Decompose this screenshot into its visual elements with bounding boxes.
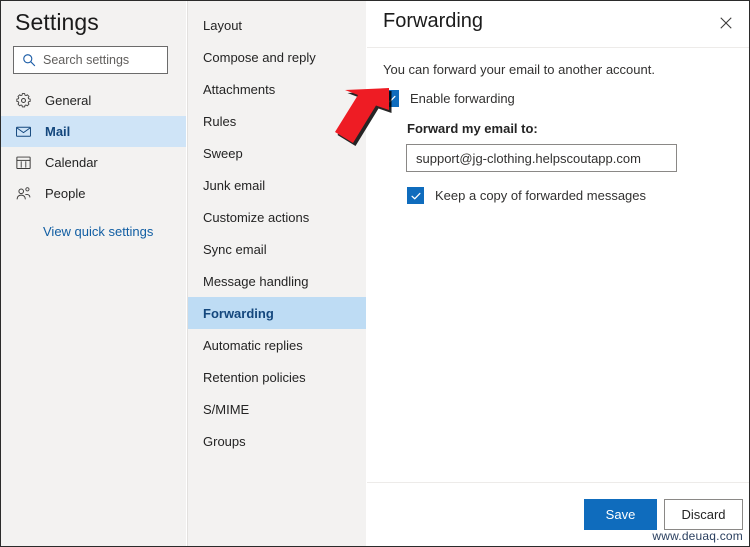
enable-forwarding-label: Enable forwarding bbox=[410, 91, 515, 106]
mid-item-forwarding[interactable]: Forwarding bbox=[188, 297, 366, 329]
enable-forwarding-checkbox[interactable] bbox=[382, 90, 399, 107]
search-icon bbox=[23, 54, 36, 67]
keep-copy-label: Keep a copy of forwarded messages bbox=[435, 188, 647, 203]
mid-item-junk-email[interactable]: Junk email bbox=[188, 169, 366, 201]
mid-item-label: Sync email bbox=[203, 241, 267, 257]
page-title: Settings bbox=[15, 9, 99, 35]
mid-item-smime[interactable]: S/MIME bbox=[188, 393, 366, 425]
mid-item-label: Groups bbox=[203, 433, 246, 449]
mid-item-label: S/MIME bbox=[203, 401, 250, 417]
mid-item-groups[interactable]: Groups bbox=[188, 425, 366, 457]
close-icon bbox=[720, 17, 732, 29]
mid-item-label: Compose and reply bbox=[203, 49, 316, 65]
sidebar-item-general[interactable]: General bbox=[1, 85, 186, 116]
checkmark-icon bbox=[410, 192, 421, 199]
mid-item-compose-and-reply[interactable]: Compose and reply bbox=[188, 41, 366, 73]
sidebar-item-calendar[interactable]: Calendar bbox=[1, 147, 186, 178]
view-quick-settings-link[interactable]: View quick settings bbox=[43, 224, 153, 239]
discard-button[interactable]: Discard bbox=[664, 499, 743, 530]
search-placeholder-text: Search settings bbox=[43, 53, 130, 67]
mid-item-label: Attachments bbox=[203, 81, 276, 97]
detail-title: Forwarding bbox=[383, 10, 484, 32]
mid-item-rules[interactable]: Rules bbox=[188, 105, 366, 137]
detail-body: You can forward your email to another ac… bbox=[367, 48, 749, 482]
mid-item-sync-email[interactable]: Sync email bbox=[188, 233, 366, 265]
mid-item-label: Sweep bbox=[203, 145, 243, 161]
save-button[interactable]: Save bbox=[584, 499, 657, 530]
envelope-icon bbox=[16, 126, 31, 137]
mid-item-label: Message handling bbox=[203, 273, 309, 289]
mid-item-retention-policies[interactable]: Retention policies bbox=[188, 361, 366, 393]
mid-item-layout[interactable]: Layout bbox=[188, 9, 366, 41]
keep-copy-row[interactable]: Keep a copy of forwarded messages bbox=[407, 187, 646, 204]
mid-item-customize-actions[interactable]: Customize actions bbox=[188, 201, 366, 233]
forward-to-input[interactable]: support@jg-clothing.helpscoutapp.com bbox=[406, 144, 677, 172]
mid-item-attachments[interactable]: Attachments bbox=[188, 73, 366, 105]
sidebar-item-people[interactable]: People bbox=[1, 178, 186, 209]
mid-item-message-handling[interactable]: Message handling bbox=[188, 265, 366, 297]
detail-header: Forwarding bbox=[367, 1, 749, 48]
sidebar-item-label: Mail bbox=[45, 124, 71, 139]
mid-item-sweep[interactable]: Sweep bbox=[188, 137, 366, 169]
forwarding-detail-panel: Forwarding You can forward your email to… bbox=[367, 1, 749, 546]
sidebar-item-mail[interactable]: Mail bbox=[1, 116, 186, 147]
mid-item-label: Forwarding bbox=[203, 305, 274, 321]
mid-item-label: Automatic replies bbox=[203, 337, 303, 353]
people-icon bbox=[16, 187, 31, 200]
mid-item-label: Customize actions bbox=[203, 209, 310, 225]
mail-settings-column: Layout Compose and reply Attachments Rul… bbox=[187, 1, 366, 546]
sidebar-item-label: General bbox=[45, 93, 92, 108]
mid-item-automatic-replies[interactable]: Automatic replies bbox=[188, 329, 366, 361]
mid-item-label: Layout bbox=[203, 17, 243, 33]
settings-dialog: Settings Search settings General Mail Ca… bbox=[0, 0, 750, 547]
forward-to-label: Forward my email to: bbox=[407, 121, 538, 136]
detail-footer: Save Discard bbox=[367, 482, 749, 546]
sidebar-item-label: People bbox=[45, 186, 86, 201]
close-button[interactable] bbox=[709, 6, 743, 40]
mail-settings-list: Layout Compose and reply Attachments Rul… bbox=[188, 9, 366, 457]
intro-text: You can forward your email to another ac… bbox=[383, 62, 655, 77]
sidebar-nav: General Mail Calendar People bbox=[1, 85, 186, 209]
gear-icon bbox=[16, 93, 31, 108]
sidebar-item-label: Calendar bbox=[45, 155, 98, 170]
keep-copy-checkbox[interactable] bbox=[407, 187, 424, 204]
mid-item-label: Retention policies bbox=[203, 369, 306, 385]
search-input[interactable]: Search settings bbox=[13, 46, 168, 74]
calendar-icon bbox=[16, 156, 31, 169]
mid-item-label: Junk email bbox=[203, 177, 266, 193]
settings-sidebar: Settings Search settings General Mail Ca… bbox=[1, 1, 186, 546]
mid-item-label: Rules bbox=[203, 113, 237, 129]
enable-forwarding-row[interactable]: Enable forwarding bbox=[382, 90, 515, 107]
checkmark-icon bbox=[385, 95, 396, 102]
